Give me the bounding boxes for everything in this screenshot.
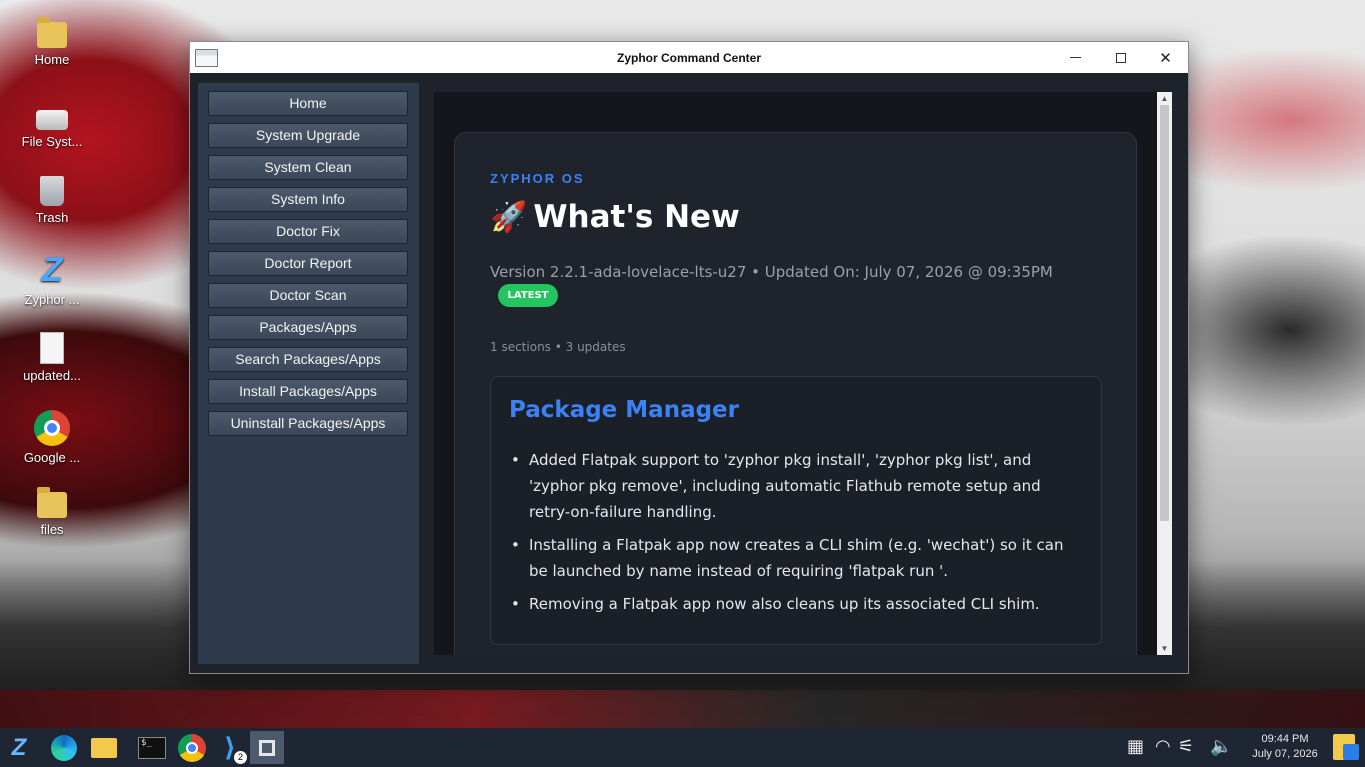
home-folder-icon <box>37 17 67 48</box>
taskbar-chrome[interactable] <box>175 731 209 764</box>
taskbar-command-center[interactable] <box>250 731 284 764</box>
taskbar-edge[interactable] <box>47 731 81 764</box>
latest-badge: LATEST <box>498 284 558 307</box>
sidebar-button-uninstall-packages[interactable]: Uninstall Packages/Apps <box>208 411 408 436</box>
sidebar-button-doctor-report[interactable]: Doctor Report <box>208 251 408 276</box>
taskbar-clock[interactable]: 09:44 PM July 07, 2026 <box>1246 732 1324 762</box>
taskbar-vscode[interactable]: ⟩ 2 <box>213 731 247 764</box>
chrome-icon <box>34 410 70 446</box>
sidebar-button-home[interactable]: Home <box>208 91 408 116</box>
desktop-icon-file-system[interactable]: File Syst... <box>14 100 90 149</box>
notification-overlay-icon <box>1343 744 1359 760</box>
page-title: 🚀 What's New <box>490 199 740 235</box>
scroll-down-arrow-icon[interactable]: ▼ <box>1157 642 1172 655</box>
desktop-icon-label: Zyphor ... <box>24 292 80 307</box>
clipboard-icon[interactable]: ▦ <box>1127 736 1144 757</box>
zyphor-start-icon: Z <box>11 733 27 761</box>
drive-icon <box>36 110 68 130</box>
update-list: Added Flatpak support to 'zyphor pkg ins… <box>509 447 1084 624</box>
update-item: Added Flatpak support to 'zyphor pkg ins… <box>509 447 1084 525</box>
zyphor-logo-icon: Z <box>41 251 63 289</box>
section-title: Package Manager <box>509 397 739 423</box>
window-app-icon <box>195 49 218 67</box>
clock-time: 09:44 PM <box>1261 733 1309 745</box>
maximize-icon <box>1115 52 1126 63</box>
minimize-icon <box>1070 57 1081 58</box>
taskbar: Z $_ ⟩ 2 ▦ ◠ ⚟ 🔈 09:44 PM July 07, 2026 <box>0 728 1365 767</box>
chrome-icon <box>178 733 206 762</box>
update-item: Installing a Flatpak app now creates a C… <box>509 532 1084 584</box>
folder-icon <box>37 487 67 518</box>
desktop-icon-trash[interactable]: Trash <box>14 176 90 225</box>
whats-new-card: ZYPHOR OS 🚀 What's New Version 2.2.1-ada-… <box>454 132 1137 655</box>
desktop-icon-home[interactable]: Home <box>14 16 90 67</box>
trash-icon <box>40 176 64 206</box>
file-manager-icon <box>91 737 117 758</box>
edge-browser-icon <box>51 734 77 761</box>
window-count-badge: 2 <box>234 751 247 764</box>
sidebar-button-doctor-scan[interactable]: Doctor Scan <box>208 283 408 308</box>
sidebar-button-system-clean[interactable]: System Clean <box>208 155 408 180</box>
desktop-icon-label: files <box>40 522 64 537</box>
version-line: Version 2.2.1-ada-lovelace-lts-u27 • Upd… <box>490 263 1053 281</box>
window-title: Zyphor Command Center <box>616 50 761 65</box>
desktop-icon-label: Home <box>34 52 70 67</box>
sidebar-button-system-info[interactable]: System Info <box>208 187 408 212</box>
desktop-icon-label: Trash <box>35 210 69 225</box>
network-icon[interactable]: ◠ <box>1155 736 1171 757</box>
rocket-icon: 🚀 <box>490 200 528 235</box>
desktop-icon-zyphor[interactable]: Z Zyphor ... <box>14 252 90 307</box>
sidebar-button-packages-apps[interactable]: Packages/Apps <box>208 315 408 340</box>
scrollbar-thumb[interactable] <box>1160 105 1169 521</box>
document-icon <box>40 332 64 364</box>
close-icon: ✕ <box>1159 49 1172 67</box>
scroll-up-arrow-icon[interactable]: ▲ <box>1157 92 1172 105</box>
desktop-icon-label: Google ... <box>23 450 81 465</box>
window-body: Home System Upgrade System Clean System … <box>190 73 1188 673</box>
terminal-icon: $_ <box>138 736 166 759</box>
window-controls: ✕ <box>1053 42 1188 73</box>
app-window: Zyphor Command Center ✕ Home System Upgr… <box>189 41 1189 674</box>
sidebar-button-doctor-fix[interactable]: Doctor Fix <box>208 219 408 244</box>
maximize-button[interactable] <box>1098 42 1143 73</box>
section-package-manager: Package Manager Added Flatpak support to… <box>490 376 1102 645</box>
desktop-icon-updated[interactable]: updated... <box>14 332 90 383</box>
os-eyebrow: ZYPHOR OS <box>490 171 585 186</box>
taskbar-terminal[interactable]: $_ <box>135 731 169 764</box>
content-scrollbar[interactable]: ▲ ▼ <box>1157 92 1172 655</box>
sidebar-button-install-packages[interactable]: Install Packages/Apps <box>208 379 408 404</box>
desktop-icon-label: updated... <box>23 368 81 383</box>
clock-date: July 07, 2026 <box>1252 748 1318 760</box>
sidebar-button-system-upgrade[interactable]: System Upgrade <box>208 123 408 148</box>
update-item: Removing a Flatpak app now also cleans u… <box>509 591 1084 617</box>
window-titlebar[interactable]: Zyphor Command Center ✕ <box>190 42 1188 73</box>
start-button[interactable]: Z <box>2 731 36 764</box>
sidebar: Home System Upgrade System Clean System … <box>198 83 419 664</box>
content-pane[interactable]: ZYPHOR OS 🚀 What's New Version 2.2.1-ada-… <box>434 92 1157 655</box>
update-counts: 1 sections • 3 updates <box>490 340 626 354</box>
minimize-button[interactable] <box>1053 42 1098 73</box>
desktop-icon-files[interactable]: files <box>14 486 90 537</box>
wallpaper-water <box>0 690 1365 728</box>
volume-icon[interactable]: 🔈 <box>1210 736 1232 757</box>
page-title-text: What's New <box>533 199 740 235</box>
bluetooth-icon[interactable]: ⚟ <box>1178 736 1194 757</box>
close-button[interactable]: ✕ <box>1143 42 1188 73</box>
sidebar-button-search-packages[interactable]: Search Packages/Apps <box>208 347 408 372</box>
app-window-icon <box>259 739 275 756</box>
desktop-icon-google-chrome[interactable]: Google ... <box>14 410 90 465</box>
desktop-icon-label: File Syst... <box>21 134 83 149</box>
taskbar-files[interactable] <box>87 731 121 764</box>
